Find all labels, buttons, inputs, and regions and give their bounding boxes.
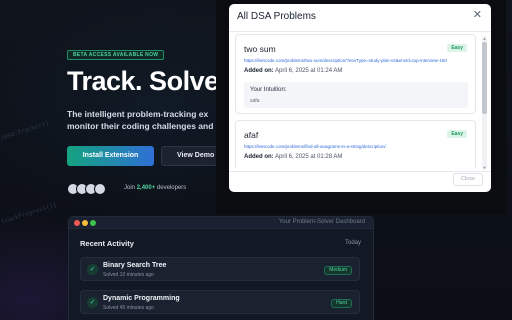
hero-title: Track. Solve (67, 66, 219, 96)
activity-row[interactable]: ✓ Binary Search Tree Solved 10 minutes a… (80, 257, 360, 281)
scroll-up-icon[interactable]: ▲ (482, 36, 487, 41)
difficulty-badge: Easy (447, 130, 467, 138)
problem-card: afaf Easy https://leetcode.com/problems/… (235, 120, 476, 168)
problem-link[interactable]: https://leetcode.com/problems/find-all-a… (244, 144, 468, 149)
difficulty-badge: Medium (324, 266, 352, 275)
modal-title: All DSA Problems (237, 11, 316, 22)
close-icon[interactable]: ✕ (473, 9, 482, 21)
problem-link[interactable]: https://leetcode.com/problems/two-sum/de… (244, 58, 468, 63)
beta-badge: BETA ACCESS AVAILABLE NOW (67, 50, 165, 60)
added-label: Added on: (244, 154, 274, 160)
hero-subtitle-line: The intelligent problem-tracking ex (67, 109, 209, 119)
dashboard-preview-window: Your Problem-Solver Dashboard Recent Act… (68, 216, 374, 320)
problem-added-date: Added on: April 6, 2025 at 01:24 AM (244, 68, 342, 74)
scroll-down-icon[interactable]: ▼ (482, 165, 487, 170)
joined-suffix: developers (156, 185, 187, 191)
close-button[interactable]: Close (453, 173, 483, 186)
modal-divider (229, 31, 491, 32)
hero-subtitle: The intelligent problem-tracking ex moni… (67, 108, 227, 132)
intuition-text: safa (250, 98, 260, 104)
dashboard-titlebar: Your Problem-Solver Dashboard (69, 217, 373, 229)
intuition-box: Your Intuition: safa (244, 82, 468, 108)
problem-name: two sum (244, 44, 276, 54)
recent-activity-heading: Recent Activity (80, 239, 134, 248)
hero-subtitle-line: monitor their coding challenges and (67, 121, 214, 131)
difficulty-badge: Easy (447, 44, 467, 52)
window-minimize-dot-icon (82, 220, 88, 226)
developer-avatars (67, 183, 119, 195)
joined-count: 2,400+ (136, 185, 156, 191)
all-problems-modal: All DSA Problems ✕ two sum Easy https://… (229, 4, 491, 192)
window-maximize-dot-icon (90, 220, 96, 226)
problem-added-date: Added on: April 6, 2025 at 01:28 AM (244, 154, 342, 160)
check-circle-icon: ✓ (87, 297, 98, 308)
problem-name: afaf (244, 130, 259, 140)
added-value: April 6, 2025 at 01:24 AM (275, 68, 343, 74)
joined-developers-text: Join 2,400+ developers (124, 185, 186, 191)
added-value: April 6, 2025 at 01:28 AM (275, 154, 343, 160)
activity-row[interactable]: ✓ Dynamic Programming Solved 45 minutes … (80, 290, 360, 314)
modal-divider (229, 171, 491, 172)
activity-time: Solved 45 minutes ago (103, 305, 154, 311)
install-extension-button[interactable]: Install Extension (67, 146, 154, 166)
dashboard-title: Your Problem-Solver Dashboard (278, 219, 365, 225)
scrollbar-thumb[interactable] (482, 42, 487, 114)
joined-prefix: Join (124, 185, 136, 191)
activity-title: Dynamic Programming (103, 295, 180, 302)
check-circle-icon: ✓ (87, 264, 98, 275)
added-label: Added on: (244, 68, 274, 74)
intuition-label: Your Intuition: (250, 87, 287, 93)
activity-period: Today (344, 240, 361, 246)
activity-title: Binary Search Tree (103, 262, 167, 269)
modal-scrollbar[interactable]: ▲ ▼ (482, 36, 487, 170)
avatar (94, 183, 106, 195)
difficulty-badge: Hard (331, 299, 352, 308)
problem-list[interactable]: two sum Easy https://leetcode.com/proble… (235, 34, 485, 168)
problem-card: two sum Easy https://leetcode.com/proble… (235, 34, 476, 114)
view-demo-button[interactable]: View Demo (161, 146, 223, 166)
window-close-dot-icon (74, 220, 80, 226)
activity-time: Solved 10 minutes ago (103, 272, 154, 278)
